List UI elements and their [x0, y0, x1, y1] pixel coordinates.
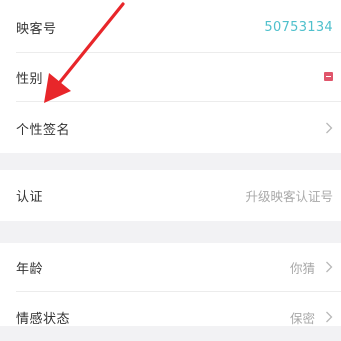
signature-row[interactable]: 个性签名 [0, 104, 341, 152]
age-label: 年龄 [16, 261, 44, 277]
verification-group: 认证 升级映客认证号 [0, 170, 341, 221]
chevron-right-icon [326, 261, 333, 273]
verification-value: 升级映客认证号 [245, 188, 333, 204]
yingke-id-label: 映客号 [16, 21, 57, 37]
relationship-row[interactable]: 情感状态 保密 [0, 293, 341, 341]
chevron-right-icon [326, 311, 333, 323]
female-gender-icon [324, 72, 333, 81]
verification-label: 认证 [16, 189, 44, 205]
divider [16, 101, 341, 102]
yingke-id-row: 映客号 50753134 [0, 3, 341, 51]
relationship-label: 情感状态 [16, 311, 71, 327]
details-group: 年龄 你猜 情感状态 保密 [0, 243, 341, 327]
divider [16, 291, 341, 292]
age-value: 你猜 [289, 260, 315, 276]
verification-row[interactable]: 认证 升级映客认证号 [0, 171, 341, 219]
gender-label: 性别 [16, 71, 44, 87]
age-row[interactable]: 年龄 你猜 [0, 243, 341, 291]
gender-row[interactable]: 性别 [0, 53, 341, 101]
signature-label: 个性签名 [16, 122, 71, 138]
relationship-value: 保密 [289, 310, 315, 326]
yingke-id-value: 50753134 [264, 19, 333, 35]
profile-group: 映客号 50753134 性别 个性签名 [0, 0, 341, 153]
chevron-right-icon [326, 122, 333, 134]
